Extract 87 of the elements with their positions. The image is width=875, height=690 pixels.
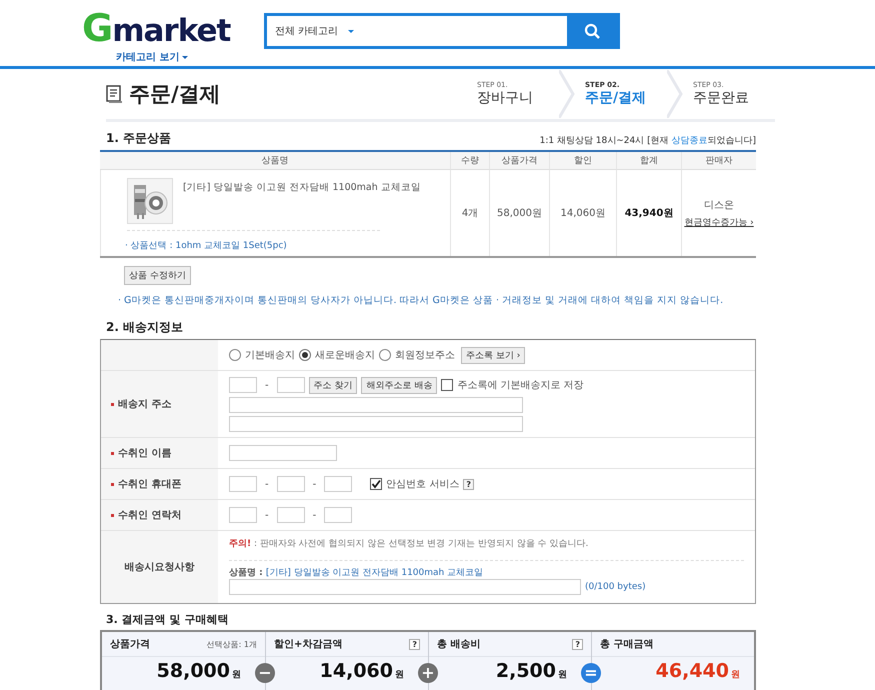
radio-button[interactable] [379,349,391,361]
checkbox-label[interactable]: 안심번호 서비스 [386,477,460,491]
field-label: 수취인 연락처 [118,509,182,522]
field-label: 배송지 주소 [118,398,172,411]
radio-button[interactable] [299,349,311,361]
input-field[interactable] [229,416,523,432]
summary-title: 할인+차감금액 [274,638,342,651]
page-title: 주문/결제 [129,81,221,108]
table-cell: 58,000원 [489,170,549,256]
amount-text: 2,500 원 [494,659,568,684]
section-heading: 3. 결제금액 및 구매혜택 [106,612,230,627]
column-header: 상품명 [100,152,450,170]
category-dropdown[interactable]: 전체 카테고리 [275,24,338,38]
radio-button[interactable] [229,349,241,361]
operator-sign: = [581,663,601,683]
operator-sign: + [418,663,438,683]
summary-title: 총 배송비 [437,638,480,651]
amount-text: 14,060 원 [318,659,405,684]
bullet-icon [111,482,114,486]
checkbox-label[interactable]: 주소록에 기본배송지로 저장 [457,378,584,392]
dash-text: - [265,510,269,520]
help-button[interactable]: ? [409,638,420,650]
table-cell: 4개 [450,170,489,256]
chat-notice: 1:1 채팅상담 18시~24시 [현재 상담종료되었습니다] [540,135,756,147]
radio-label[interactable]: 회원정보주소 [395,348,455,362]
column-header: 판매자 [681,152,756,170]
help-button[interactable]: ? [463,478,474,490]
input-field[interactable] [229,396,523,412]
summary-title: 총 구매금액 [600,638,654,651]
search-icon [584,23,600,39]
find-address-button[interactable]: 주소 찾기 [308,376,358,394]
receipt-link[interactable]: 현금영수증가능 › [684,216,754,228]
input-field[interactable] [324,476,352,492]
caret-icon [182,56,188,58]
input-field[interactable] [229,507,257,523]
dash-text: - [312,510,316,520]
address-book-button[interactable]: 주소록 보기 › [461,346,526,364]
radio-label[interactable]: 기본배송지 [245,348,295,362]
field-label: 배송시요청사항 [124,561,194,574]
bullet-icon [111,402,114,406]
input-field[interactable] [276,377,305,393]
checkbox[interactable] [441,379,454,391]
summary-title: 상품가격 [110,638,150,651]
search-button[interactable] [567,16,617,46]
checkbox[interactable] [370,478,382,490]
bullet-icon [111,514,114,516]
category-link[interactable]: 카테고리 보기 [116,50,180,64]
input-field[interactable] [229,377,257,393]
field-label: 수취인 휴대폰 [118,478,182,491]
overseas-address-button[interactable]: 해외주소로 배송 [361,376,438,394]
input-field[interactable] [229,445,337,461]
dash-text: - [265,380,269,390]
disclaimer-text: · G마켓은 통신판매중개자이며 통신판매의 당사자가 아닙니다. 따라서 G마켓은 상품 · 거래정보 및 거래에 대하여 책임을 지지 않습니다. [118,294,724,307]
edit-product-button[interactable]: 상품 수정하기 [124,266,191,285]
input-field[interactable] [229,476,257,492]
amount-text: 58,000 원 [156,659,242,684]
amount-text: 46,440 원 [654,659,741,684]
section-heading: 1. 주문상품 [106,130,172,147]
caution-text: 주의! : 판매자와 사전에 협의되지 않은 선택정보 변경 기재는 반영되지 않을 수 있습니다. [229,531,744,561]
operator-sign: − [255,663,275,683]
bullet-icon [111,452,114,454]
input-field[interactable] [276,507,305,523]
document-icon [106,85,123,103]
dash-text: - [312,478,316,490]
column-header: 합계 [616,152,681,170]
input-field[interactable] [276,476,305,492]
product-name: 상품명 : [기타] 당일발송 이고원 전자담배 1100mah 교체코일 [229,567,484,579]
section-heading: 2. 배송지정보 [106,319,184,336]
seller-name: 디스온 [704,198,734,212]
help-button[interactable]: ? [572,638,583,650]
table-cell: 14,060원 [549,170,616,256]
column-header: 수량 [450,152,489,170]
logo[interactable]: Gmarket [82,6,230,50]
input-field[interactable] [324,507,352,523]
product-name: [기타] 당일발송 이고원 전자담배 1100mah 교체코일 [183,181,421,195]
request-input[interactable] [229,579,581,595]
caret-icon [348,30,354,32]
field-label: 수취인 이름 [118,447,172,460]
dash-text: - [265,478,269,490]
radio-label[interactable]: 새로운배송지 [315,348,375,362]
table-cell: 43,940원 [616,170,681,256]
byte-counter: (0/100 bytes) [585,582,646,592]
column-header: 상품가격 [489,152,549,170]
summary-note: 선택상품: 1개 [206,638,257,650]
column-header: 할인 [549,152,616,170]
search-bar[interactable]: 전체 카테고리 [264,13,620,49]
product-option: · 상품선택 : 1ohm 교체코일 1Set(5pc) [125,231,450,252]
